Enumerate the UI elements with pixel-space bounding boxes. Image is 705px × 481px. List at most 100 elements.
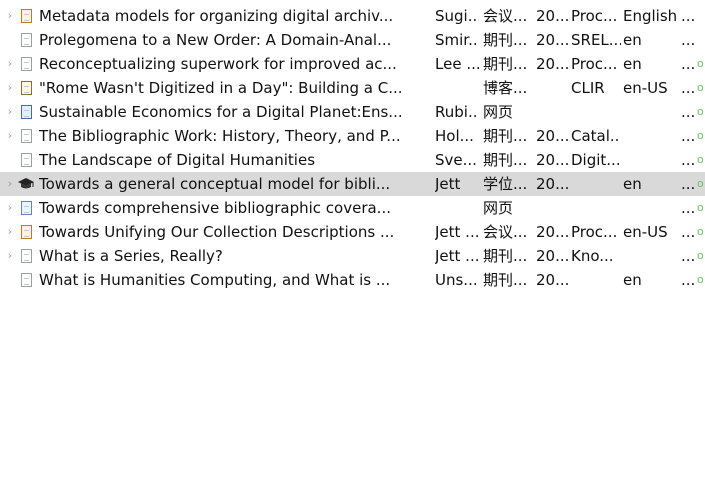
- item-year: 20...: [536, 271, 568, 289]
- table-row[interactable]: › Towards a general conceptual model for …: [0, 172, 705, 196]
- item-title: Reconceptualizing superwork for improved…: [39, 55, 397, 73]
- item-year: 20...: [536, 7, 568, 25]
- table-row[interactable]: › Reconceptualizing superwork for improve…: [0, 52, 705, 76]
- item-language: en: [623, 31, 642, 49]
- item-title: Towards a general conceptual model for b…: [39, 175, 391, 193]
- item-more: ...: [681, 199, 695, 217]
- item-publication: Proc...: [571, 55, 618, 73]
- item-type: 会议...: [483, 223, 528, 241]
- table-row[interactable]: › Towards Unifying Our Collection Descrip…: [0, 220, 705, 244]
- item-extra-column: o: [697, 105, 704, 118]
- expand-twisty-icon[interactable]: ›: [4, 220, 16, 244]
- item-title: Prolegomena to a New Order: A Domain-Ana…: [39, 31, 392, 49]
- item-year: 20...: [536, 55, 568, 73]
- item-language: English: [623, 7, 678, 25]
- table-row[interactable]: › Sustainable Economics for a Digital Pla…: [0, 100, 705, 124]
- item-language: [623, 244, 679, 268]
- book-icon: [17, 100, 35, 124]
- expand-twisty-icon: [4, 148, 16, 172]
- expand-twisty-icon: [4, 268, 16, 292]
- journal-article-icon: [17, 52, 35, 76]
- journal-article-icon: [17, 124, 35, 148]
- item-creator: Smir...: [435, 31, 479, 49]
- item-publication: SREL...: [571, 31, 621, 49]
- journal-article-icon: [17, 268, 35, 292]
- item-title: Sustainable Economics for a Digital Plan…: [39, 103, 403, 121]
- item-language: en-US: [623, 223, 668, 241]
- item-publication: Kno...: [571, 247, 614, 265]
- item-extra-column: o: [697, 249, 704, 262]
- item-title: The Bibliographic Work: History, Theory,…: [39, 127, 401, 145]
- table-row[interactable]: The Landscape of Digital Humanities Sve..…: [0, 148, 705, 172]
- item-year: 20...: [536, 175, 568, 193]
- expand-twisty-icon: [4, 28, 16, 52]
- item-creator: [435, 76, 479, 100]
- expand-twisty-icon[interactable]: ›: [4, 172, 16, 196]
- item-language: [623, 124, 679, 148]
- item-title: Towards Unifying Our Collection Descript…: [39, 223, 395, 241]
- item-publication: Proc...: [571, 223, 618, 241]
- item-type: 会议...: [483, 7, 528, 25]
- table-row[interactable]: › The Bibliographic Work: History, Theory…: [0, 124, 705, 148]
- item-extra-column: o: [697, 225, 704, 238]
- item-type: 博客...: [483, 79, 528, 97]
- table-row[interactable]: Prolegomena to a New Order: A Domain-Ana…: [0, 28, 705, 52]
- item-extra-column: [697, 28, 705, 52]
- conference-paper-icon: [17, 4, 35, 28]
- table-row[interactable]: › Towards comprehensive bibliographic cov…: [0, 196, 705, 220]
- item-extra-column: o: [697, 129, 704, 142]
- item-type: 期刊...: [483, 247, 528, 265]
- expand-twisty-icon[interactable]: ›: [4, 244, 16, 268]
- table-row[interactable]: › "Rome Wasn't Digitized in a Day": Build…: [0, 76, 705, 100]
- item-publication: [571, 172, 621, 196]
- expand-twisty-icon[interactable]: ›: [4, 52, 16, 76]
- item-language: en: [623, 271, 642, 289]
- item-creator: Sugi...: [435, 7, 479, 25]
- item-extra-column: o: [697, 177, 704, 190]
- item-type: 网页: [483, 199, 514, 217]
- table-row[interactable]: What is Humanities Computing, and What i…: [0, 268, 705, 292]
- item-creator: Jett: [435, 175, 461, 193]
- item-year: 20...: [536, 247, 568, 265]
- item-more: ...: [681, 151, 695, 169]
- web-page-icon: [17, 196, 35, 220]
- item-type: 期刊...: [483, 31, 528, 49]
- item-language: [623, 196, 679, 220]
- journal-article-icon: [17, 28, 35, 52]
- item-publication: [571, 268, 621, 292]
- item-creator: Hol...: [435, 127, 474, 145]
- item-extra-column: [697, 4, 705, 28]
- item-more: ...: [681, 55, 695, 73]
- item-year: [536, 196, 568, 220]
- table-row[interactable]: › Metadata models for organizing digital …: [0, 4, 705, 28]
- expand-twisty-icon[interactable]: ›: [4, 100, 16, 124]
- expand-twisty-icon[interactable]: ›: [4, 4, 16, 28]
- item-publication: Proc...: [571, 7, 618, 25]
- expand-twisty-icon[interactable]: ›: [4, 76, 16, 100]
- item-more: ...: [681, 127, 695, 145]
- table-row[interactable]: › What is a Series, Really? Jett ... 期刊... 2…: [0, 244, 705, 268]
- thesis-icon: [17, 172, 35, 196]
- item-type: 期刊...: [483, 127, 528, 145]
- item-extra-column: o: [697, 273, 704, 286]
- expand-twisty-icon[interactable]: ›: [4, 124, 16, 148]
- item-publication: [571, 196, 621, 220]
- item-title: Metadata models for organizing digital a…: [39, 7, 394, 25]
- item-more: ...: [681, 103, 695, 121]
- expand-twisty-icon[interactable]: ›: [4, 196, 16, 220]
- item-more: ...: [681, 31, 695, 49]
- item-more: ...: [681, 223, 695, 241]
- item-creator: Sve...: [435, 151, 477, 169]
- item-extra-column: o: [697, 153, 704, 166]
- item-type: 期刊...: [483, 271, 528, 289]
- item-creator: Jett ...: [435, 223, 479, 241]
- item-extra-column: o: [697, 81, 704, 94]
- item-language: en: [623, 175, 642, 193]
- item-more: ...: [681, 79, 695, 97]
- items-list[interactable]: › Metadata models for organizing digital …: [0, 4, 705, 292]
- item-title: What is Humanities Computing, and What i…: [39, 271, 391, 289]
- item-year: 20...: [536, 31, 568, 49]
- item-extra-column: o: [697, 201, 704, 214]
- item-language: en-US: [623, 79, 668, 97]
- item-publication: Digit...: [571, 151, 621, 169]
